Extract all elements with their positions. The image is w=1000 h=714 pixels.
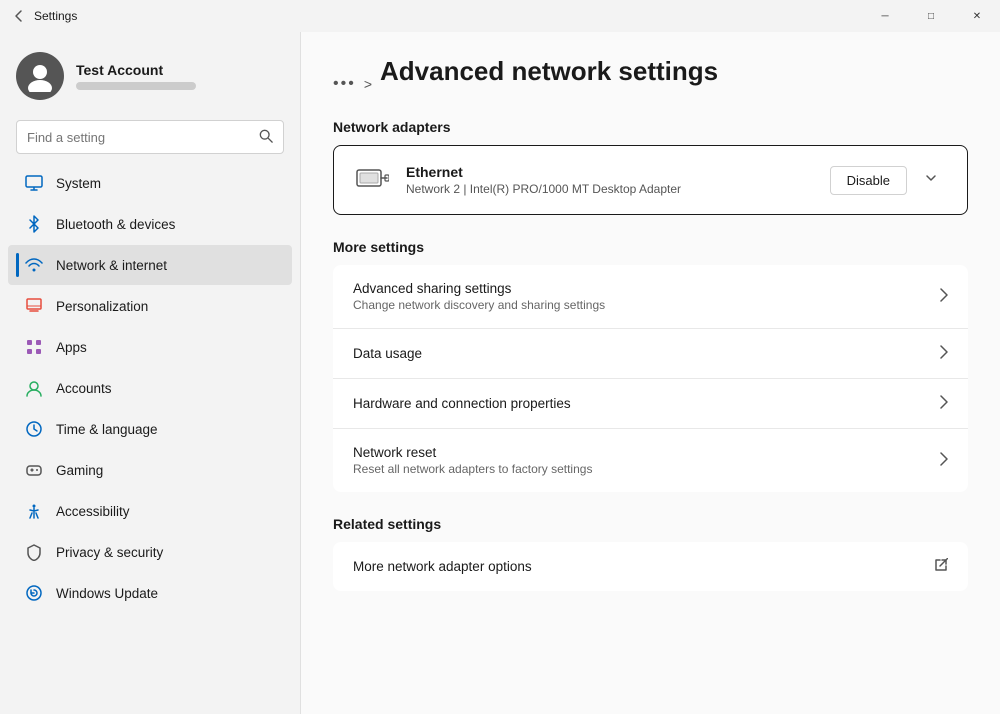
user-section: Test Account xyxy=(0,32,300,116)
content-area: ••• > Advanced network settings Network … xyxy=(300,32,1000,714)
ethernet-icon xyxy=(354,162,390,198)
adapter-actions: Disable xyxy=(830,166,947,195)
user-email xyxy=(76,82,196,90)
adapter-name: Ethernet xyxy=(406,164,814,180)
titlebar-title: Settings xyxy=(34,9,77,23)
breadcrumb: ••• > Advanced network settings xyxy=(333,56,968,111)
network-icon xyxy=(24,255,44,275)
privacy-icon xyxy=(24,542,44,562)
network-reset-item[interactable]: Network reset Reset all network adapters… xyxy=(333,429,968,492)
bluetooth-icon xyxy=(24,214,44,234)
adapter-info: Ethernet Network 2 | Intel(R) PRO/1000 M… xyxy=(406,164,814,196)
sidebar-item-time[interactable]: Time & language xyxy=(8,409,292,449)
hardware-properties-item[interactable]: Hardware and connection properties xyxy=(333,379,968,429)
time-icon xyxy=(24,419,44,439)
adapter-description: Network 2 | Intel(R) PRO/1000 MT Desktop… xyxy=(406,182,814,196)
accessibility-icon xyxy=(24,501,44,521)
sidebar-item-apps[interactable]: Apps xyxy=(8,327,292,367)
advanced-sharing-info: Advanced sharing settings Change network… xyxy=(353,281,928,312)
external-link-icon xyxy=(934,558,948,575)
sidebar-item-bluetooth[interactable]: Bluetooth & devices xyxy=(8,204,292,244)
nav-list: System Bluetooth & devices xyxy=(0,162,300,614)
close-button[interactable]: ✕ xyxy=(954,0,1000,32)
sidebar-item-personalization[interactable]: Personalization xyxy=(8,286,292,326)
more-settings-list: Advanced sharing settings Change network… xyxy=(333,265,968,492)
data-usage-arrow xyxy=(940,345,948,362)
sidebar-item-accessibility[interactable]: Accessibility xyxy=(8,491,292,531)
more-settings-heading: More settings xyxy=(333,239,968,255)
advanced-sharing-desc: Change network discovery and sharing set… xyxy=(353,298,928,312)
sidebar-item-network[interactable]: Network & internet xyxy=(8,245,292,285)
sidebar-item-time-label: Time & language xyxy=(56,422,158,437)
advanced-sharing-item[interactable]: Advanced sharing settings Change network… xyxy=(333,265,968,329)
data-usage-item[interactable]: Data usage xyxy=(333,329,968,379)
ethernet-adapter-card: Ethernet Network 2 | Intel(R) PRO/1000 M… xyxy=(333,145,968,215)
user-info: Test Account xyxy=(76,62,196,90)
maximize-button[interactable]: □ xyxy=(908,0,954,32)
sidebar: Test Account xyxy=(0,32,300,714)
app-body: Test Account xyxy=(0,32,1000,714)
breadcrumb-arrow: > xyxy=(364,76,372,92)
system-icon xyxy=(24,173,44,193)
disable-button[interactable]: Disable xyxy=(830,166,907,195)
network-reset-info: Network reset Reset all network adapters… xyxy=(353,445,928,476)
titlebar-left: Settings xyxy=(12,9,77,23)
minimize-button[interactable]: ─ xyxy=(862,0,908,32)
more-adapter-options-info: More network adapter options xyxy=(353,559,922,574)
apps-icon xyxy=(24,337,44,357)
network-reset-desc: Reset all network adapters to factory se… xyxy=(353,462,928,476)
avatar[interactable] xyxy=(16,52,64,100)
network-adapters-heading: Network adapters xyxy=(333,119,968,135)
search-icon xyxy=(259,129,273,146)
related-settings-list: More network adapter options xyxy=(333,542,968,591)
sidebar-item-network-label: Network & internet xyxy=(56,258,167,273)
titlebar-controls: ─ □ ✕ xyxy=(862,0,1000,32)
page-title: Advanced network settings xyxy=(380,56,718,87)
user-name: Test Account xyxy=(76,62,196,78)
sidebar-item-personalization-label: Personalization xyxy=(56,299,148,314)
advanced-sharing-arrow xyxy=(940,288,948,305)
related-settings-heading: Related settings xyxy=(333,516,968,532)
search-input[interactable] xyxy=(27,130,259,145)
breadcrumb-dots[interactable]: ••• xyxy=(333,75,356,93)
sidebar-item-system-label: System xyxy=(56,176,101,191)
back-icon[interactable] xyxy=(12,9,26,23)
sidebar-item-gaming-label: Gaming xyxy=(56,463,103,478)
more-adapter-options-title: More network adapter options xyxy=(353,559,922,574)
sidebar-item-system[interactable]: System xyxy=(8,163,292,203)
more-adapter-options-item[interactable]: More network adapter options xyxy=(333,542,968,591)
sidebar-item-update-label: Windows Update xyxy=(56,586,158,601)
adapter-expand-button[interactable] xyxy=(915,166,947,195)
sidebar-item-accessibility-label: Accessibility xyxy=(56,504,130,519)
hardware-properties-title: Hardware and connection properties xyxy=(353,396,928,411)
sidebar-item-apps-label: Apps xyxy=(56,340,87,355)
accounts-icon xyxy=(24,378,44,398)
sidebar-item-gaming[interactable]: Gaming xyxy=(8,450,292,490)
sidebar-item-privacy-label: Privacy & security xyxy=(56,545,163,560)
advanced-sharing-title: Advanced sharing settings xyxy=(353,281,928,296)
hardware-properties-arrow xyxy=(940,395,948,412)
sidebar-item-update[interactable]: Windows Update xyxy=(8,573,292,613)
data-usage-info: Data usage xyxy=(353,346,928,361)
network-reset-title: Network reset xyxy=(353,445,928,460)
sidebar-item-bluetooth-label: Bluetooth & devices xyxy=(56,217,175,232)
sidebar-item-accounts-label: Accounts xyxy=(56,381,112,396)
sidebar-item-privacy[interactable]: Privacy & security xyxy=(8,532,292,572)
sidebar-item-accounts[interactable]: Accounts xyxy=(8,368,292,408)
gaming-icon xyxy=(24,460,44,480)
update-icon xyxy=(24,583,44,603)
personalization-icon xyxy=(24,296,44,316)
data-usage-title: Data usage xyxy=(353,346,928,361)
search-box[interactable] xyxy=(16,120,284,154)
hardware-properties-info: Hardware and connection properties xyxy=(353,396,928,411)
network-reset-arrow xyxy=(940,452,948,469)
titlebar: Settings ─ □ ✕ xyxy=(0,0,1000,32)
